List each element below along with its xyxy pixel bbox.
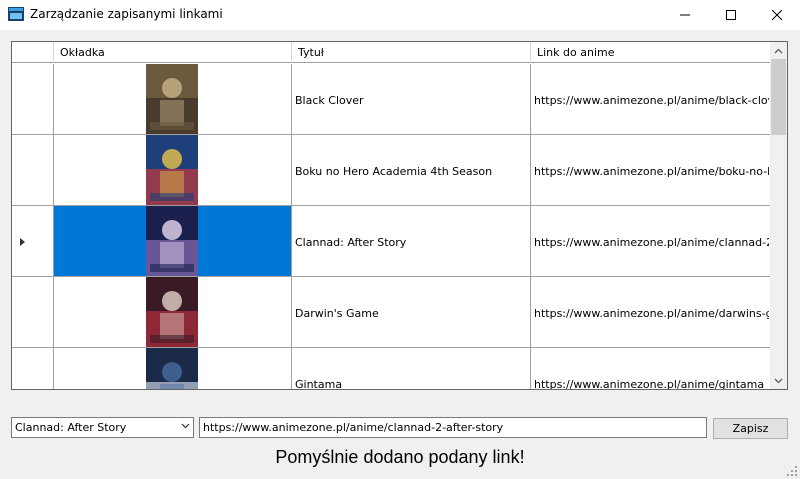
- title-cell[interactable]: Boku no Hero Academia 4th Season: [292, 135, 531, 206]
- current-row-arrow-icon: [20, 238, 25, 246]
- table-row[interactable]: Gintama https://www.animezone.pl/anime/gi…: [12, 348, 772, 390]
- link-text: https://www.animezone.pl/anime/boku-no-h…: [534, 165, 769, 178]
- title-cell[interactable]: Black Clover: [292, 64, 531, 135]
- chevron-down-icon: [774, 378, 783, 383]
- cover-image: [146, 135, 198, 205]
- window-title: Zarządzanie zapisanymi linkami: [30, 7, 223, 21]
- title-text: Gintama: [295, 378, 343, 390]
- close-button[interactable]: [754, 0, 800, 30]
- maximize-icon: [726, 10, 736, 20]
- table-row[interactable]: Clannad: After Story https://www.animezon…: [12, 206, 772, 277]
- main-window: Zarządzanie zapisanymi linkami Okładka T…: [0, 0, 800, 479]
- cover-cell[interactable]: [54, 206, 292, 277]
- cover-cell[interactable]: [54, 277, 292, 348]
- title-text: Darwin's Game: [295, 307, 379, 320]
- links-data-grid[interactable]: Okładka Tytuł Link do anime Black Clover…: [11, 41, 788, 390]
- chevron-down-icon: [181, 423, 190, 429]
- minimize-icon: [680, 14, 690, 16]
- link-cell[interactable]: https://www.animezone.pl/anime/darwins-g…: [531, 277, 772, 348]
- link-cell[interactable]: https://www.animezone.pl/anime/boku-no-h…: [531, 135, 772, 206]
- title-cell[interactable]: Clannad: After Story: [292, 206, 531, 277]
- resize-grip-icon[interactable]: [787, 466, 797, 476]
- cover-image: [146, 277, 198, 347]
- title-bar: Zarządzanie zapisanymi linkami: [0, 0, 800, 30]
- row-header[interactable]: [12, 64, 54, 135]
- link-cell[interactable]: https://www.animezone.pl/anime/black-clo…: [531, 64, 772, 135]
- cover-cell[interactable]: [54, 135, 292, 206]
- maximize-button[interactable]: [708, 0, 754, 30]
- column-header-title[interactable]: Tytuł: [292, 42, 531, 63]
- row-header[interactable]: [12, 277, 54, 348]
- row-header[interactable]: [12, 348, 54, 389]
- link-url-input[interactable]: https://www.animezone.pl/anime/clannad-2…: [199, 417, 707, 438]
- link-text: https://www.animezone.pl/anime/gintama: [534, 378, 765, 390]
- table-row[interactable]: Black Clover https://www.animezone.pl/ani…: [12, 64, 772, 135]
- chevron-up-icon: [774, 48, 783, 53]
- app-icon: [8, 7, 24, 21]
- cover-image: [146, 206, 198, 276]
- row-header-corner: [12, 42, 54, 63]
- title-text: Clannad: After Story: [295, 236, 407, 249]
- cover-cell[interactable]: [54, 64, 292, 135]
- scroll-thumb[interactable]: [771, 59, 786, 135]
- link-cell[interactable]: https://www.animezone.pl/anime/gintama: [531, 348, 772, 390]
- anime-select-dropdown[interactable]: Clannad: After Story: [11, 417, 194, 438]
- table-row[interactable]: Darwin's Game https://www.animezone.pl/an…: [12, 277, 772, 348]
- link-text: https://www.animezone.pl/anime/black-clo…: [534, 94, 769, 107]
- title-text: Boku no Hero Academia 4th Season: [295, 165, 493, 178]
- row-header[interactable]: [12, 206, 54, 277]
- vertical-scrollbar[interactable]: [770, 42, 787, 389]
- table-row[interactable]: Boku no Hero Academia 4th Season https://…: [12, 135, 772, 206]
- link-text: https://www.animezone.pl/anime/clannad-2…: [534, 236, 769, 249]
- link-cell[interactable]: https://www.animezone.pl/anime/clannad-2…: [531, 206, 772, 277]
- save-button[interactable]: Zapisz: [713, 418, 788, 439]
- anime-select-value: Clannad: After Story: [15, 421, 127, 434]
- scroll-down-button[interactable]: [770, 372, 787, 389]
- close-icon: [772, 10, 782, 20]
- row-header[interactable]: [12, 135, 54, 206]
- title-cell[interactable]: Gintama: [292, 348, 531, 390]
- title-text: Black Clover: [295, 94, 364, 107]
- cover-image: [146, 64, 198, 134]
- cover-cell[interactable]: [54, 348, 292, 389]
- scroll-up-button[interactable]: [770, 42, 787, 59]
- cover-image: [146, 348, 198, 389]
- link-text: https://www.animezone.pl/anime/darwins-g…: [534, 307, 769, 320]
- minimize-button[interactable]: [662, 0, 708, 30]
- column-header-link[interactable]: Link do anime: [531, 42, 772, 63]
- grid-header: Okładka Tytuł Link do anime: [12, 42, 772, 63]
- column-header-cover[interactable]: Okładka: [54, 42, 292, 63]
- status-message: Pomyślnie dodano podany link!: [275, 447, 525, 467]
- title-cell[interactable]: Darwin's Game: [292, 277, 531, 348]
